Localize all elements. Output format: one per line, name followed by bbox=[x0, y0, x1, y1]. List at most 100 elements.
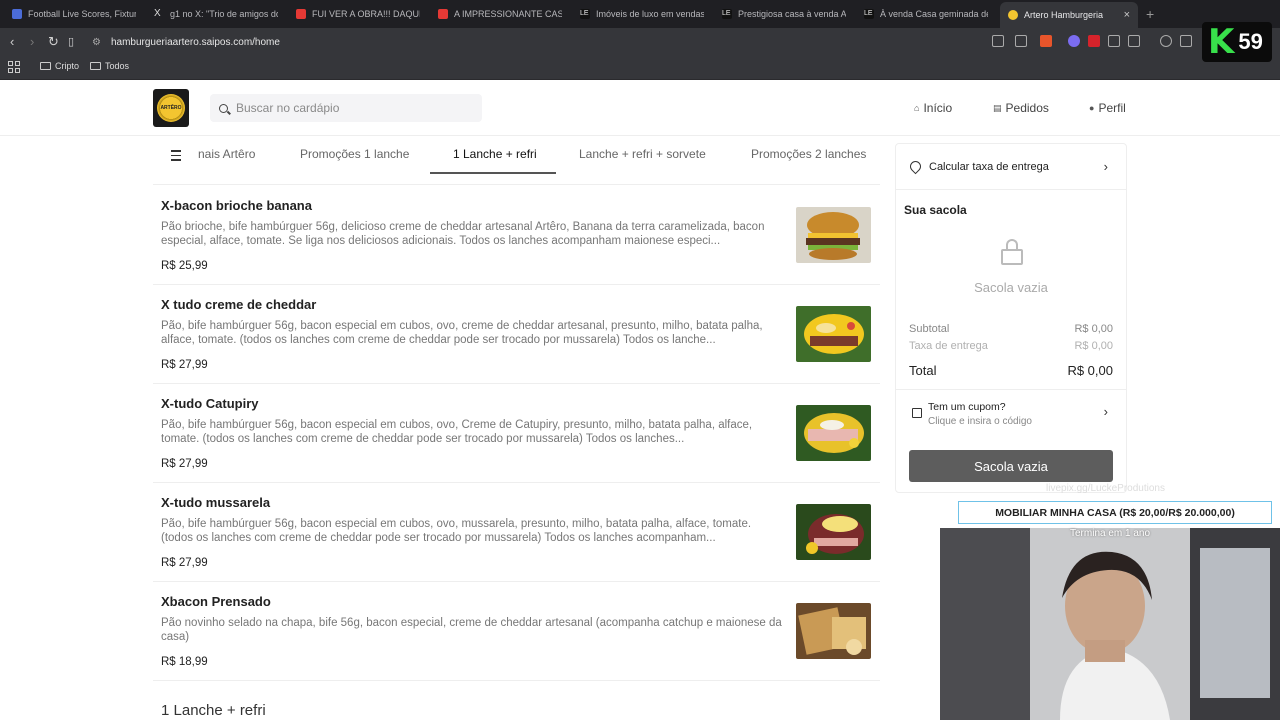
browser-tab[interactable]: LEPrestigiosa casa à venda Angr bbox=[714, 4, 854, 24]
cart-title: Sua sacola bbox=[904, 203, 967, 217]
item-name: X-bacon brioche banana bbox=[161, 198, 312, 213]
menu-search[interactable] bbox=[210, 94, 482, 122]
active-tab-indicator bbox=[430, 172, 556, 174]
kick-viewer-badge: K 59 bbox=[1202, 22, 1272, 62]
search-icon bbox=[219, 103, 228, 113]
item-name: Xbacon Prensado bbox=[161, 594, 271, 609]
screenshot-icon[interactable] bbox=[1128, 35, 1140, 47]
bookmarks-bar: Cripto Todos bbox=[0, 56, 1280, 80]
tab-favicon-icon bbox=[1008, 10, 1018, 20]
location-pin-icon bbox=[907, 158, 924, 175]
url-text: hamburgueriaartero.saipos.com/home bbox=[110, 36, 280, 48]
viewer-count: 59 bbox=[1238, 29, 1263, 54]
media-icon[interactable] bbox=[1160, 35, 1172, 47]
tab-category[interactable]: nais Artêro bbox=[198, 147, 255, 161]
tab-favicon-icon: LE bbox=[864, 9, 874, 19]
tab-category-active[interactable]: 1 Lanche + refri bbox=[453, 147, 537, 161]
youtube-icon bbox=[296, 9, 306, 19]
browser-tab[interactable]: Xg1 no X: "Trio de amigos do in bbox=[146, 4, 286, 24]
brave-shield-icon[interactable] bbox=[1040, 35, 1052, 47]
item-name: X-tudo Catupiry bbox=[161, 396, 259, 411]
site-header: ARTÊRO ⌂Início ▤Pedidos ●Perfil bbox=[0, 80, 1280, 136]
item-price: R$ 27,99 bbox=[161, 359, 208, 371]
browser-tab[interactable]: A IMPRESSIONANTE CASA CO bbox=[430, 4, 570, 24]
youtube-icon bbox=[438, 9, 448, 19]
menu-item[interactable]: X-bacon brioche banana Pão brioche, bife… bbox=[153, 186, 880, 285]
item-description: Pão brioche, bife hambúrguer 56g, delici… bbox=[161, 221, 765, 247]
tab-favicon-icon: LE bbox=[580, 9, 590, 19]
chevron-right-icon: › bbox=[1103, 404, 1108, 419]
sidebar-icon[interactable] bbox=[1180, 35, 1192, 47]
nav-pedidos[interactable]: ▤ Pedidos bbox=[993, 101, 1049, 115]
menu-item[interactable]: X-tudo mussarela Pão, bife hambúrguer 56… bbox=[153, 483, 880, 582]
restaurant-logo[interactable]: ARTÊRO bbox=[153, 89, 189, 127]
back-icon[interactable]: ‹ bbox=[10, 34, 14, 50]
section-title: 1 Lanche + refri bbox=[161, 702, 266, 719]
item-price: R$ 27,99 bbox=[161, 557, 208, 569]
menu-item[interactable]: X-tudo Catupiry Pão, bife hambúrguer 56g… bbox=[153, 384, 880, 483]
folder-icon bbox=[40, 62, 51, 70]
extensions-icon[interactable] bbox=[1108, 35, 1120, 47]
item-description: Pão, bife hambúrguer 56g, bacon especial… bbox=[161, 419, 753, 445]
item-name: X tudo creme de cheddar bbox=[161, 297, 317, 312]
browser-tab[interactable]: Football Live Scores, Fixtures & bbox=[4, 4, 144, 24]
site-settings-icon[interactable]: ⚙ bbox=[92, 37, 101, 48]
webcam-overlay bbox=[940, 528, 1280, 720]
extension-icon[interactable] bbox=[1068, 35, 1080, 47]
browser-tab[interactable]: LEImóveis de luxo em vendas em bbox=[572, 4, 712, 24]
item-name: X-tudo mussarela bbox=[161, 495, 271, 510]
tab-category[interactable]: Lanche + refri + sorvete bbox=[579, 147, 706, 161]
item-description: Pão novinho selado na chapa, bife 56g, b… bbox=[161, 617, 782, 643]
empty-cart-text: Sacola vazia bbox=[974, 280, 1048, 295]
menu-icon[interactable] bbox=[171, 150, 181, 164]
coupon-button[interactable]: Tem um cupom? Clique e insira o código › bbox=[896, 389, 1126, 435]
tab-favicon-icon: LE bbox=[722, 9, 732, 19]
item-price: R$ 27,99 bbox=[161, 458, 208, 470]
item-photo bbox=[796, 504, 871, 560]
ticket-icon bbox=[912, 408, 922, 418]
category-bar: nais Artêro Promoções 1 lanche 1 Lanche … bbox=[153, 136, 880, 185]
bookmark-icon[interactable]: ▯ bbox=[68, 34, 74, 50]
receipt-icon: ▤ bbox=[993, 102, 1002, 113]
item-description: Pão, bife hambúrguer 56g, bacon especial… bbox=[161, 320, 763, 346]
browser-tab[interactable]: FUI VER A OBRA!!! DAQUI 1 A bbox=[288, 4, 428, 24]
forward-icon[interactable]: › bbox=[30, 34, 34, 50]
cast-icon[interactable] bbox=[992, 35, 1004, 47]
bookmark-folder-todos[interactable]: Todos bbox=[90, 61, 129, 71]
menu-item[interactable]: X tudo creme de cheddar Pão, bife hambúr… bbox=[153, 285, 880, 384]
apps-grid-icon[interactable] bbox=[8, 61, 20, 73]
overlay-faint-text: livepix.gg/LuckeProdutions bbox=[1046, 483, 1165, 494]
new-tab-button[interactable]: + bbox=[1146, 6, 1154, 22]
browser-tab[interactable]: LEÀ venda Casa geminada de alt bbox=[856, 4, 996, 24]
search-input[interactable] bbox=[236, 101, 466, 115]
tab-favicon-icon bbox=[12, 9, 22, 19]
calculate-delivery-button[interactable]: Calcular taxa de entrega › bbox=[896, 144, 1126, 190]
tab-category[interactable]: Promoções 1 lanche bbox=[300, 147, 409, 161]
browser-nav-bar: ‹ › ↻ ▯ ⚙ hamburgueriaartero.saipos.com/… bbox=[0, 28, 1280, 56]
item-photo bbox=[796, 207, 871, 263]
close-tab-icon[interactable]: × bbox=[1124, 9, 1130, 21]
chevron-right-icon: › bbox=[1103, 159, 1108, 174]
item-price: R$ 18,99 bbox=[161, 656, 208, 668]
item-photo bbox=[796, 603, 871, 659]
user-icon: ● bbox=[1089, 103, 1095, 113]
donation-goal-bar: MOBILIAR MINHA CASA (R$ 20,00/R$ 20.000,… bbox=[958, 501, 1272, 524]
cart-panel: Calcular taxa de entrega › Sua sacola Sa… bbox=[895, 143, 1127, 493]
browser-tab-active[interactable]: Artero Hamburgeria × bbox=[1000, 2, 1138, 28]
bookmark-folder-cripto[interactable]: Cripto bbox=[40, 61, 79, 71]
bag-lock-icon bbox=[1001, 239, 1023, 267]
menu-item[interactable]: Xbacon Prensado Pão novinho selado na ch… bbox=[153, 582, 880, 681]
extension-icon[interactable] bbox=[1088, 35, 1100, 47]
tab-category[interactable]: Promoções 2 lanches bbox=[751, 147, 866, 161]
nav-inicio[interactable]: ⌂ Início bbox=[914, 101, 952, 115]
item-photo bbox=[796, 405, 871, 461]
total-value: R$ 0,00 bbox=[1067, 363, 1113, 378]
share-icon[interactable] bbox=[1015, 35, 1027, 47]
reload-icon[interactable]: ↻ bbox=[48, 34, 59, 50]
delivery-fee-value: R$ 0,00 bbox=[1074, 340, 1113, 352]
browser-tab-bar: Football Live Scores, Fixtures & Xg1 no … bbox=[0, 0, 1280, 28]
nav-perfil[interactable]: ● Perfil bbox=[1089, 101, 1126, 115]
home-icon: ⌂ bbox=[914, 103, 920, 113]
checkout-bag-button[interactable]: Sacola vazia bbox=[909, 450, 1113, 482]
subtotal-value: R$ 0,00 bbox=[1074, 323, 1113, 335]
